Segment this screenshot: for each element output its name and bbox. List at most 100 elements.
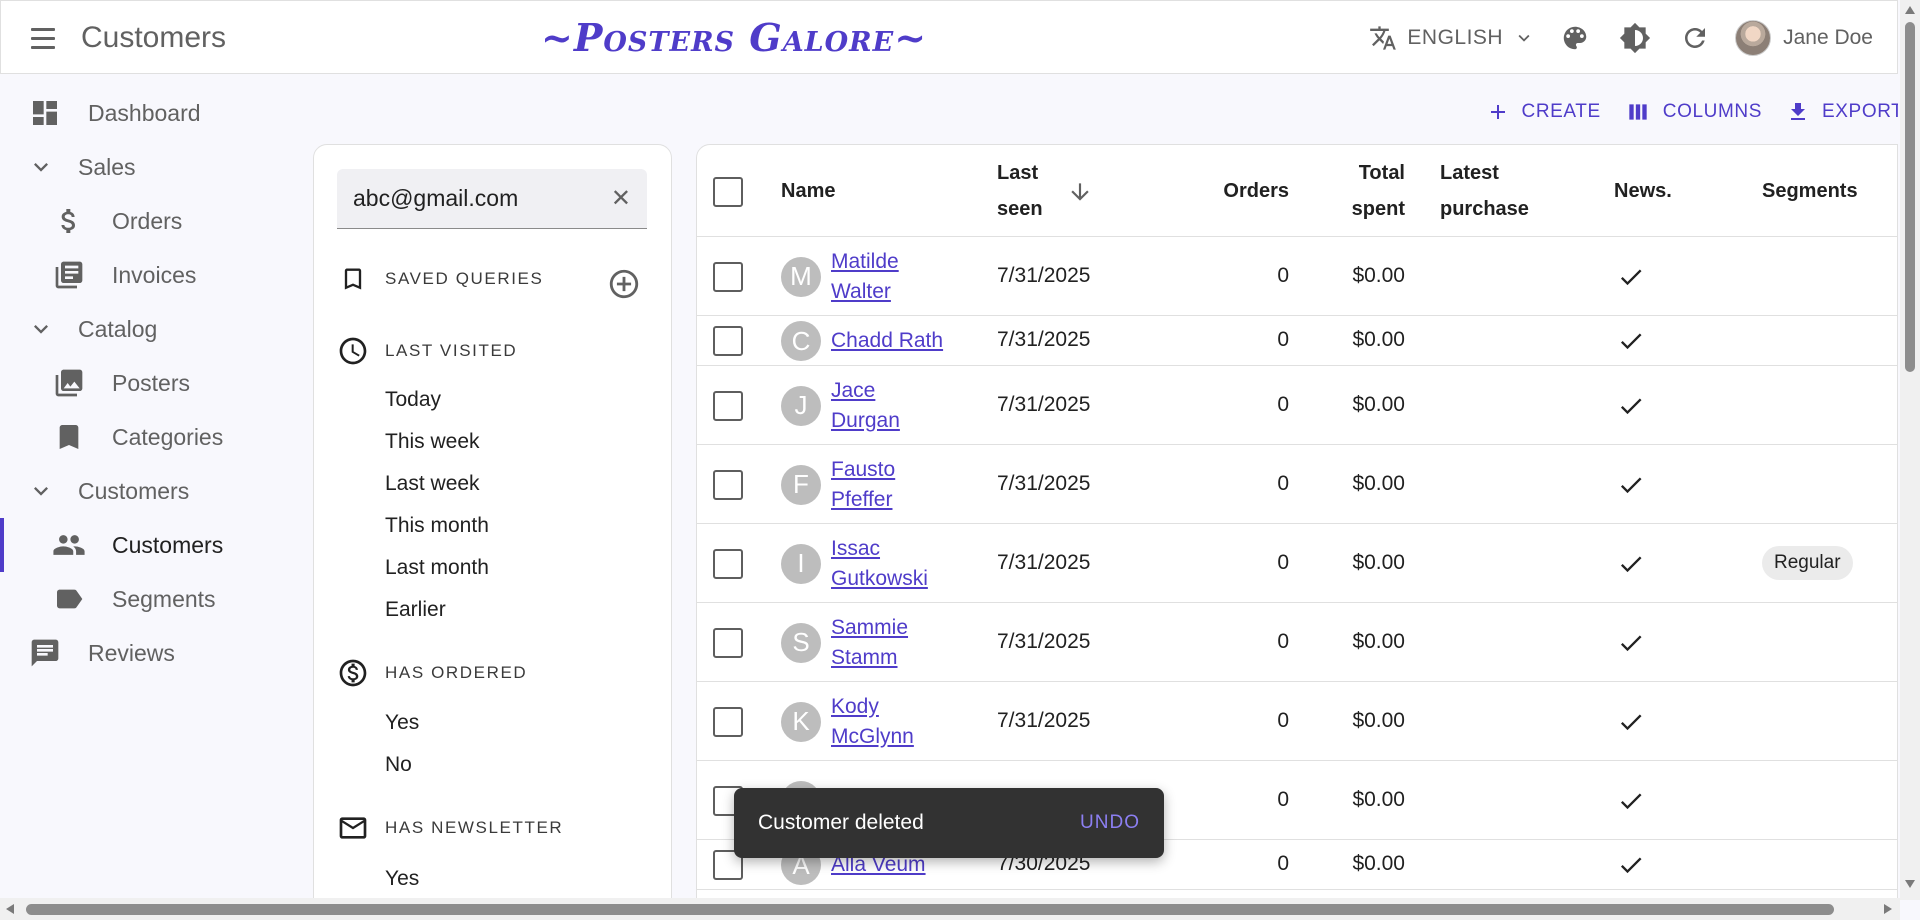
table-row[interactable]: C Chadd Rath 7/31/2025 0 $0.00 [697,316,1897,366]
table-row[interactable]: J Jace Durgan 7/31/2025 0 $0.00 [697,366,1897,445]
vertical-scrollbar[interactable] [1900,0,1920,900]
last-seen-cell: 7/31/2025 [997,708,1091,732]
avatar: J [781,385,821,426]
sort-arrow-down-icon[interactable] [1067,179,1093,205]
customer-name-link[interactable]: Issac Gutkowski [831,534,951,594]
row-checkbox[interactable] [713,326,743,356]
scroll-up-icon[interactable] [1905,6,1915,14]
check-icon [1617,263,1645,291]
sidebar-item-invoices[interactable]: Invoices [0,248,300,302]
sidebar-item-dashboard[interactable]: Dashboard [0,86,300,140]
sidebar-item-reviews[interactable]: Reviews [0,626,300,680]
total-spent-cell: $0.00 [1352,787,1405,811]
customer-name-link[interactable]: Kody McGlynn [831,692,951,752]
orders-cell: 0 [1277,787,1289,811]
filter-option-ordered-no[interactable]: No [385,753,412,777]
column-header-total-spent[interactable]: Total spent [1317,155,1405,227]
table-row[interactable]: I Issac Gutkowski 7/31/2025 0 $0.00 Regular [697,524,1897,603]
filter-option-newsletter-yes[interactable]: Yes [385,867,419,891]
add-circle-icon[interactable] [607,267,641,301]
export-button[interactable]: EXPORT [1786,92,1898,132]
bookmark-icon [52,420,86,454]
filter-option-earlier[interactable]: Earlier [385,598,446,622]
close-icon[interactable]: ✕ [611,184,631,213]
filter-option-last-month[interactable]: Last month [385,556,489,580]
scroll-down-icon[interactable] [1905,880,1915,888]
customer-name-link[interactable]: Sammie Stamm [831,613,951,673]
row-checkbox[interactable] [713,261,743,292]
avatar: I [781,543,821,584]
columns-button[interactable]: COLUMNS [1625,92,1762,132]
column-header-orders[interactable]: Orders [1185,173,1289,209]
column-header-last-seen[interactable]: Last seen [997,155,1043,227]
sidebar-item-posters[interactable]: Posters [0,356,300,410]
last-seen-cell: 7/31/2025 [997,328,1091,351]
theme-toggle-icon[interactable] [1615,18,1655,58]
table-row[interactable]: M Matilde Walter 7/31/2025 0 $0.00 [697,237,1897,316]
column-header-latest-purchase[interactable]: Latest purchase [1440,155,1529,227]
row-checkbox[interactable] [713,627,743,658]
search-input[interactable] [353,185,593,212]
avatar [1735,20,1772,56]
sidebar-group-customers[interactable]: Customers [0,464,300,518]
horizontal-scrollbar[interactable] [0,898,1900,920]
sidebar-item-categories[interactable]: Categories [0,410,300,464]
customer-name-link[interactable]: Jace Durgan [831,376,951,436]
select-all-checkbox[interactable] [713,177,743,207]
row-checkbox[interactable] [713,390,743,421]
orders-cell: 0 [1277,550,1289,574]
table-row[interactable]: F Fausto Pfeffer 7/31/2025 0 $0.00 [697,445,1897,524]
page-title: Customers [81,21,227,54]
customer-name-link[interactable]: Matilde Walter [831,247,951,307]
translate-icon [1370,26,1397,50]
row-checkbox[interactable] [713,548,743,579]
language-label: ENGLISH [1407,26,1504,49]
last-seen-cell: 7/31/2025 [997,550,1091,574]
filter-option-this-week[interactable]: This week [385,430,480,454]
check-icon [1617,550,1645,578]
refresh-icon[interactable] [1675,18,1715,58]
scroll-right-icon[interactable] [1884,904,1892,914]
orders-cell: 0 [1277,708,1289,732]
user-menu[interactable]: Jane Doe [1735,20,1873,56]
row-checkbox[interactable] [713,469,743,500]
vertical-scroll-thumb[interactable] [1905,22,1915,372]
customer-name-link[interactable]: Chadd Rath [831,326,951,356]
column-header-newsletter[interactable]: News. [1614,173,1672,209]
label-icon [52,582,86,616]
dollar-circle-icon [337,657,369,689]
undo-button[interactable]: UNDO [1080,812,1140,834]
sidebar-item-segments[interactable]: Segments [0,572,300,626]
avatar: C [781,321,821,361]
filter-option-today[interactable]: Today [385,388,441,412]
sidebar-group-sales[interactable]: Sales [0,140,300,194]
saved-queries-section: SAVED QUERIES [337,263,543,295]
column-header-segments[interactable]: Segments [1762,173,1858,209]
filter-option-last-week[interactable]: Last week [385,472,480,496]
check-icon [1617,471,1645,499]
mail-icon [337,812,369,844]
column-header-name[interactable]: Name [781,173,835,209]
sidebar-group-catalog[interactable]: Catalog [0,302,300,356]
palette-icon[interactable] [1555,18,1595,58]
sidebar-item-customers[interactable]: Customers [0,518,300,572]
language-selector[interactable]: ENGLISH [1369,24,1535,52]
customer-name-link[interactable]: Fausto Pfeffer [831,455,951,515]
avatar: M [781,256,821,297]
table-row[interactable]: K Kody McGlynn 7/31/2025 0 $0.00 [697,682,1897,761]
table-row[interactable]: S Sammie Stamm 7/31/2025 0 $0.00 [697,603,1897,682]
chevron-down-icon [24,150,58,184]
search-field[interactable]: ✕ [337,169,647,229]
create-button[interactable]: CREATE [1486,92,1601,132]
filter-option-this-month[interactable]: This month [385,514,489,538]
scroll-left-icon[interactable] [6,904,14,914]
menu-icon[interactable] [23,21,63,55]
last-seen-cell: 7/31/2025 [997,263,1091,287]
plus-icon [1490,105,1505,119]
horizontal-scroll-thumb[interactable] [26,904,1834,915]
row-checkbox[interactable] [713,706,743,737]
orders-cell: 0 [1277,328,1289,351]
avatar: K [781,701,821,742]
filter-option-ordered-yes[interactable]: Yes [385,711,419,735]
sidebar-item-orders[interactable]: Orders [0,194,300,248]
